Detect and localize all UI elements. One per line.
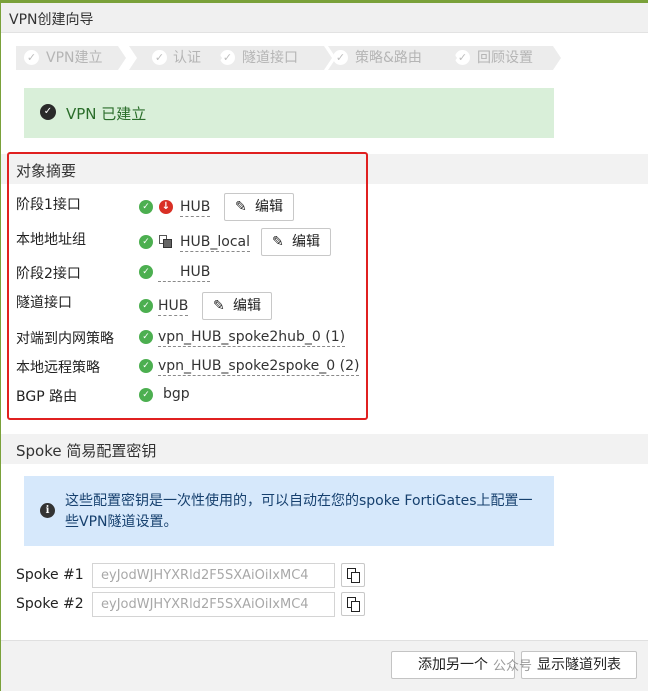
copy-spoke1-button[interactable] [341, 563, 365, 587]
footer-bar: 添加另一个 显示隧道列表 公众号 [1, 640, 648, 691]
wizard-steps: ✓ VPN建立 ✓ 认证 ✓ 隧道接口 ✓ 策略&路由 ✓ 回顾设置 [16, 46, 561, 70]
info-message: 这些配置密钥是一次性使用的，可以自动在您的spoke FortiGates上配置… [65, 493, 533, 530]
step-review[interactable]: ✓ 回顾设置 [449, 46, 561, 70]
check-icon: ✓ [455, 50, 470, 65]
step-vpn-setup[interactable]: ✓ VPN建立 [16, 46, 126, 70]
spoke2-key-field[interactable] [92, 592, 335, 617]
window-title: VPN创建向导 [9, 12, 94, 28]
info-icon: i [40, 503, 55, 518]
check-icon: ✓ [220, 50, 235, 65]
watermark-text: 公众号 [493, 659, 533, 674]
check-icon: ✓ [333, 50, 348, 65]
title-bar: VPN创建向导 [1, 3, 648, 33]
check-icon: ✓ [24, 50, 39, 65]
spoke1-key-field[interactable] [92, 563, 335, 588]
spoke-keys-heading: Spoke 简易配置密钥 [16, 442, 157, 460]
success-banner: ✓ VPN 已建立 [24, 88, 554, 138]
info-banner: i 这些配置密钥是一次性使用的，可以自动在您的spoke FortiGates上… [24, 476, 554, 546]
show-tunnel-list-button[interactable]: 显示隧道列表 [521, 651, 637, 679]
highlight-box [7, 152, 368, 420]
spoke-keys-header: Spoke 简易配置密钥 [1, 434, 648, 464]
spoke1-label: Spoke #1 [16, 567, 84, 583]
step-policy-routing[interactable]: ✓ 策略&路由 [328, 46, 458, 70]
spoke2-label: Spoke #2 [16, 596, 84, 612]
success-message: VPN 已建立 [66, 105, 147, 123]
check-circle-icon: ✓ [40, 104, 56, 120]
check-icon: ✓ [152, 50, 167, 65]
copy-spoke2-button[interactable] [341, 592, 365, 616]
step-tunnel-interface[interactable]: ✓ 隧道接口 [214, 46, 332, 70]
